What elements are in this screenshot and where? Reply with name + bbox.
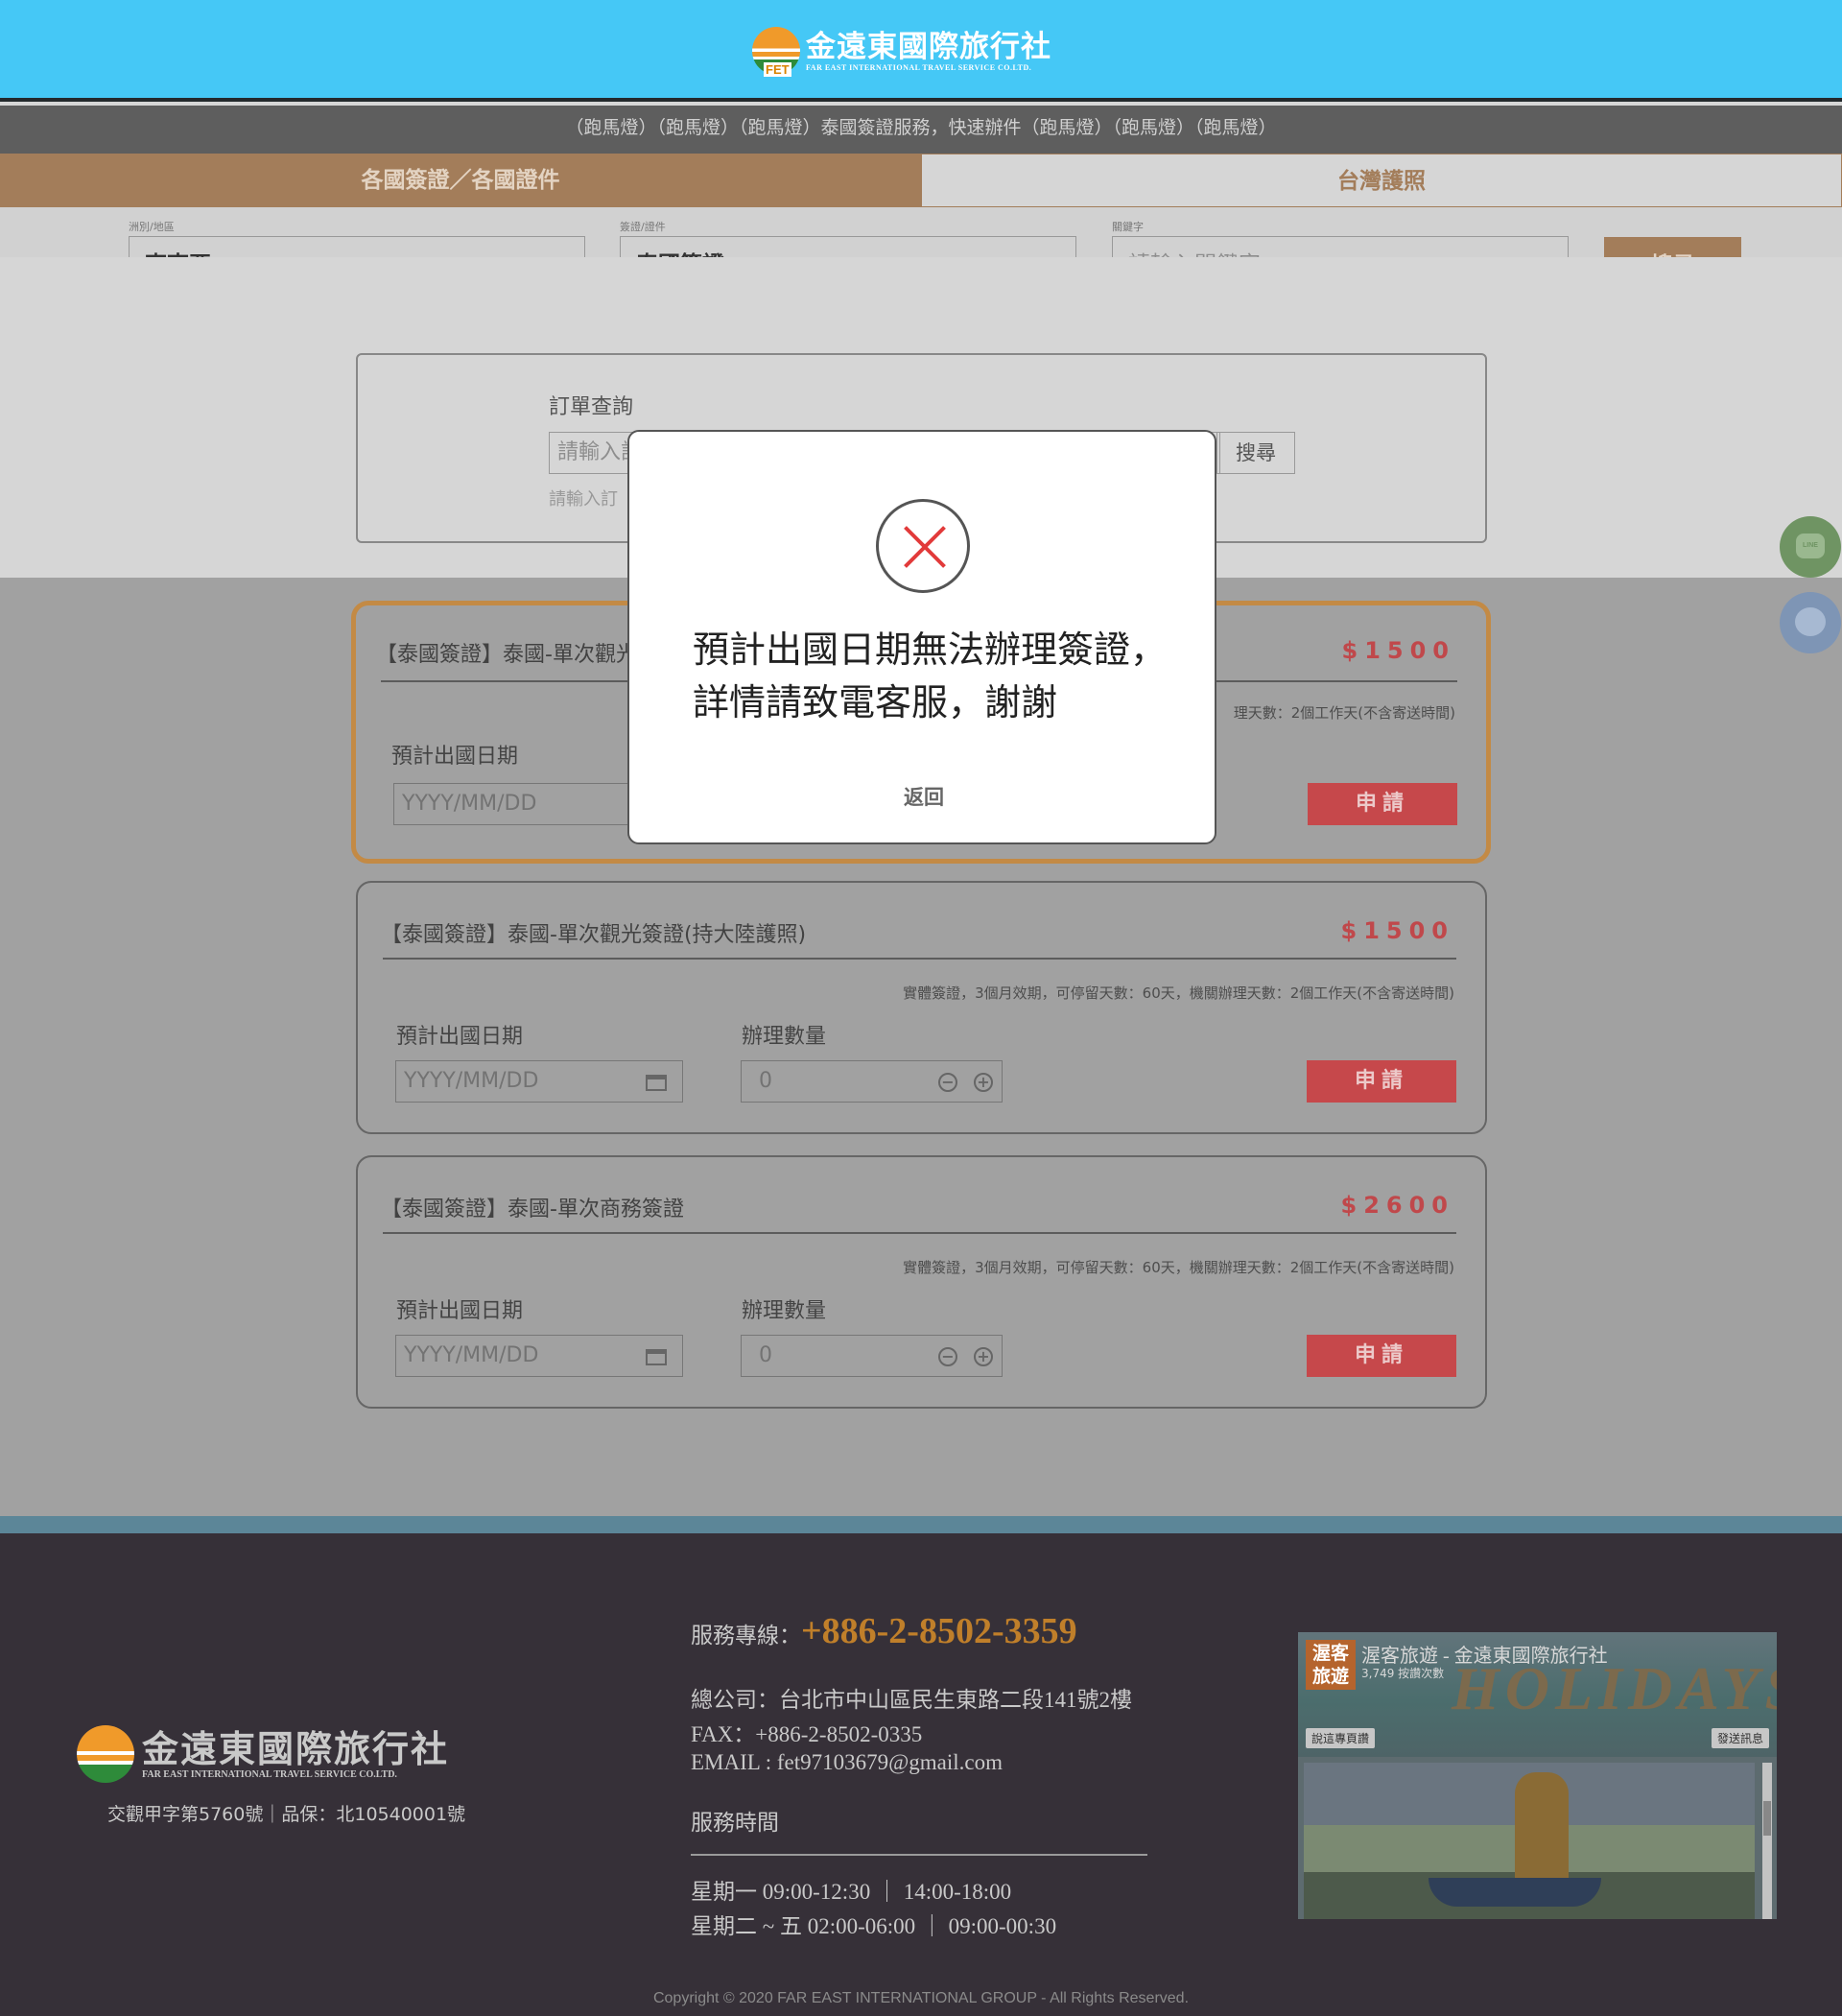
product-card: 【泰國簽證】泰國-單次觀光簽證(持大陸護照) $1500 實體簽證，3個月效期，…	[356, 881, 1487, 1134]
product-desc: 理天數：2個工作天(不含寄送時間)	[1233, 704, 1455, 722]
keyword-label: 關鍵字	[1112, 221, 1144, 233]
departure-date-label: 預計出國日期	[391, 745, 519, 769]
hotline-label: 服務專線：	[691, 1624, 801, 1648]
facebook-widget[interactable]: 渥客旅遊 渥客旅遊 - 金遠東國際旅行社 3,749 按讚次數 HOLIDAYS…	[1298, 1632, 1777, 1919]
divider	[383, 958, 1456, 960]
modal-back-button[interactable]: 返回	[629, 782, 1218, 811]
modal-message: 預計出國日期無法辦理簽證，詳情請致電客服，謝謝	[693, 629, 1168, 723]
region-label: 洲別/地區	[129, 221, 175, 233]
minus-icon[interactable]: −	[938, 1073, 957, 1092]
date-placeholder: YYYY/MM/DD	[404, 1069, 539, 1093]
fb-like-button[interactable]: 說這專頁讚	[1306, 1728, 1376, 1748]
fb-like-count: 3,749 按讚次數	[1361, 1667, 1445, 1680]
fb-message-button[interactable]: 發送訊息	[1711, 1728, 1769, 1748]
copyright: Copyright © 2020 FAR EAST INTERNATIONAL …	[652, 1990, 1190, 2006]
product-desc: 實體簽證，3個月效期，可停留天數：60天，機關辦理天數：2個工作天(不含寄送時間…	[903, 984, 1454, 1002]
plus-icon[interactable]: +	[974, 1347, 993, 1366]
fb-photo-person	[1515, 1772, 1569, 1887]
fb-photo-boat	[1429, 1878, 1601, 1907]
fb-scroll-thumb[interactable]	[1763, 1801, 1771, 1836]
quantity-value: 0	[759, 1069, 772, 1093]
fb-cover-text: HOLIDAYS	[1452, 1654, 1777, 1722]
email[interactable]: EMAIL : fet97103679@gmail.com	[691, 1750, 1003, 1775]
line-icon: LINE	[1796, 534, 1825, 558]
hotline: 服務專線：+886-2-8502-3359	[691, 1610, 1077, 1652]
divider	[691, 1854, 1147, 1856]
hotline-number[interactable]: +886-2-8502-3359	[801, 1611, 1077, 1651]
address: 總公司：台北市中山區民生東路二段141號2樓	[691, 1688, 1132, 1712]
tab-visas[interactable]: 各國簽證／各國證件	[0, 154, 921, 207]
order-query-title: 訂單查詢	[549, 395, 634, 419]
logo-en: FAR EAST INTERNATIONAL TRAVEL SERVICE CO…	[806, 62, 1032, 72]
footer-logo-en: FAR EAST INTERNATIONAL TRAVEL SERVICE CO…	[142, 1768, 397, 1780]
footer-logo-cn: 金遠東國際旅行社	[142, 1727, 450, 1770]
site-logo[interactable]: FET 金遠東國際旅行社 FAR EAST INTERNATIONAL TRAV…	[752, 27, 1051, 77]
marquee-banner: （跑馬燈）（跑馬燈）（跑馬燈）泰國簽證服務，快速辦件（跑馬燈）（跑馬燈）（跑馬燈…	[0, 106, 1842, 154]
line-button[interactable]: LINE	[1780, 516, 1841, 578]
site-header: FET 金遠東國際旅行社 FAR EAST INTERNATIONAL TRAV…	[0, 0, 1842, 102]
product-price: $2600	[1340, 1192, 1454, 1219]
hours-title: 服務時間	[691, 1811, 779, 1835]
product-card: 【泰國簽證】泰國-單次商務簽證 $2600 實體簽證，3個月效期，可停留天數：6…	[356, 1155, 1487, 1409]
error-x-icon	[876, 499, 970, 593]
hours-weekday-2: 星期二 ~ 五 02:00-06:00 ｜ 09:00-00:30	[691, 1914, 1057, 1938]
plus-icon[interactable]: +	[974, 1073, 993, 1092]
error-modal: 預計出國日期無法辦理簽證，詳情請致電客服，謝謝 返回	[627, 430, 1216, 844]
departure-date-input[interactable]: YYYY/MM/DD	[395, 1060, 683, 1103]
quantity-label: 辦理數量	[742, 1299, 827, 1323]
fb-post-image	[1304, 1763, 1755, 1919]
quantity-stepper[interactable]: 0 − +	[741, 1060, 1003, 1103]
product-price: $1500	[1341, 637, 1455, 664]
date-placeholder: YYYY/MM/DD	[404, 1343, 539, 1367]
product-price: $1500	[1340, 917, 1454, 944]
order-query-hint: 請輸入訂	[549, 489, 618, 510]
departure-date-input[interactable]: YYYY/MM/DD	[395, 1335, 683, 1377]
visa-label: 簽證/證件	[620, 221, 666, 233]
fb-scrollbar[interactable]	[1762, 1763, 1772, 1919]
departure-date-label: 預計出國日期	[396, 1025, 524, 1049]
product-desc: 實體簽證，3個月效期，可停留天數：60天，機關辦理天數：2個工作天(不含寄送時間…	[903, 1259, 1454, 1276]
site-footer: 金遠東國際旅行社 FAR EAST INTERNATIONAL TRAVEL S…	[0, 1533, 1842, 2016]
quantity-value: 0	[759, 1343, 772, 1367]
tab-taiwan-passport[interactable]: 台灣護照	[921, 154, 1842, 207]
apply-button[interactable]: 申請	[1307, 1335, 1456, 1377]
calendar-icon[interactable]	[646, 1349, 667, 1365]
messenger-icon	[1795, 607, 1826, 636]
departure-date-label: 預計出國日期	[396, 1299, 524, 1323]
logo-mark: FET	[764, 62, 791, 77]
divider	[383, 1232, 1456, 1234]
quantity-stepper[interactable]: 0 − +	[741, 1335, 1003, 1377]
apply-button[interactable]: 申請	[1308, 783, 1457, 825]
license-text: 交觀甲字第5760號｜品保：北10540001號	[107, 1804, 466, 1825]
product-title: 【泰國簽證】泰國-單次商務簽證	[381, 1198, 684, 1221]
product-title: 【泰國簽證】泰國-單次觀光簽證(持大陸護照)	[381, 923, 807, 947]
product-title: 【泰國簽證】泰國-單次觀光	[376, 643, 637, 667]
logo-sun-icon: FET	[752, 27, 800, 77]
order-query-search-button[interactable]: 搜尋	[1216, 432, 1295, 474]
calendar-icon[interactable]	[646, 1075, 667, 1091]
category-tabs: 各國簽證／各國證件 台灣護照	[0, 154, 1842, 207]
apply-button[interactable]: 申請	[1307, 1060, 1456, 1103]
quantity-label: 辦理數量	[742, 1025, 827, 1049]
logo-cn: 金遠東國際旅行社	[806, 29, 1051, 64]
messenger-button[interactable]	[1780, 592, 1841, 653]
hours-weekday-1: 星期一 09:00-12:30 ｜ 14:00-18:00	[691, 1880, 1012, 1904]
footer-strip	[0, 1516, 1842, 1533]
logo-sun-icon	[77, 1725, 134, 1783]
footer-logo[interactable]: 金遠東國際旅行社 FAR EAST INTERNATIONAL TRAVEL S…	[77, 1725, 449, 1783]
fb-brand-logo: 渥客旅遊	[1306, 1640, 1356, 1690]
fax: FAX：+886-2-8502-0335	[691, 1722, 923, 1746]
minus-icon[interactable]: −	[938, 1347, 957, 1366]
